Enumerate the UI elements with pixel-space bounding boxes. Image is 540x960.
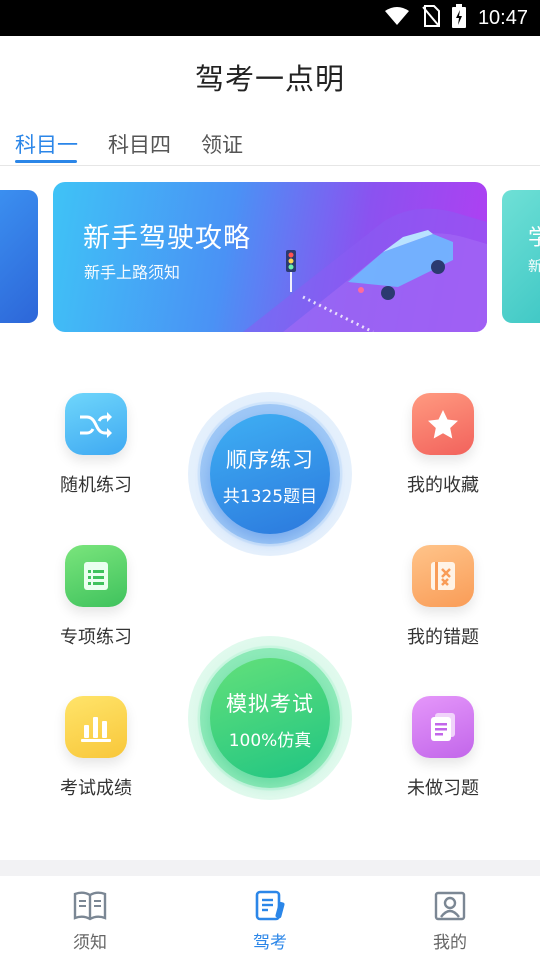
exam-scores-button[interactable]: 考试成绩 [36, 696, 156, 800]
banner-next-slide[interactable]: 学 新 [502, 190, 540, 323]
random-practice-label: 随机练习 [60, 475, 132, 496]
banner-title: 新手驾驶攻略 [83, 223, 251, 254]
sequential-core: 顺序练习 共1325题目 [210, 414, 330, 534]
exam-edit-icon [253, 890, 287, 926]
status-bar: 10:47 [0, 0, 540, 36]
section-divider [0, 860, 540, 876]
mock-exam-subtitle: 100%仿真 [228, 731, 312, 751]
sequential-practice-button[interactable]: 顺序练习 共1325题目 [188, 392, 352, 556]
special-practice-button[interactable]: 专项练习 [36, 545, 156, 649]
sequential-count: 共1325题目 [222, 487, 318, 507]
banner-subtitle: 新手上路须知 [84, 263, 181, 282]
nav-label-notice: 须知 [73, 933, 107, 953]
tab-license[interactable]: 领证 [201, 129, 243, 159]
next-slide-subtitle: 新 [528, 259, 540, 275]
next-slide-title: 学 [528, 226, 540, 251]
special-practice-label: 专项练习 [60, 627, 132, 648]
user-portrait-icon [433, 891, 467, 926]
nav-item-notice[interactable]: 须知 [45, 890, 135, 953]
undone-questions-label: 未做习题 [407, 778, 479, 799]
favorites-button[interactable]: 我的收藏 [383, 393, 503, 497]
subject-tabs: 科目一 科目四 领证 [0, 125, 540, 166]
battery-charging-icon [451, 4, 466, 32]
mock-exam-title: 模拟考试 [226, 692, 314, 716]
error-book-icon [412, 545, 474, 607]
mistakes-button[interactable]: 我的错题 [383, 545, 503, 649]
bar-chart-icon [65, 696, 127, 758]
star-icon [412, 393, 474, 455]
page-title: 驾考一点明 [194, 62, 345, 96]
no-sim-icon [422, 5, 440, 31]
pages-icon [412, 696, 474, 758]
tab-subject-one[interactable]: 科目一 [15, 129, 78, 159]
nav-item-exam[interactable]: 驾考 [225, 890, 315, 953]
nav-item-profile[interactable]: 我的 [405, 890, 495, 953]
banner-prev-slide[interactable] [0, 190, 38, 323]
mock-exam-button[interactable]: 模拟考试 100%仿真 [188, 636, 352, 800]
banner-slide[interactable]: 新手驾驶攻略 新手上路须知 [53, 182, 487, 332]
active-tab-indicator [15, 160, 77, 163]
document-list-icon [65, 545, 127, 607]
nav-label-profile: 我的 [433, 933, 467, 953]
undone-questions-button[interactable]: 未做习题 [383, 696, 503, 800]
favorites-label: 我的收藏 [407, 475, 479, 496]
clock-time: 10:47 [477, 6, 528, 29]
wifi-icon [384, 6, 410, 30]
mock-exam-core: 模拟考试 100%仿真 [210, 658, 330, 778]
exam-scores-label: 考试成绩 [60, 778, 132, 799]
banner-illustration [243, 208, 487, 332]
nav-label-exam: 驾考 [253, 933, 287, 953]
random-practice-button[interactable]: 随机练习 [36, 393, 156, 497]
tab-subject-four[interactable]: 科目四 [108, 129, 171, 159]
open-book-icon [73, 891, 107, 926]
shuffle-icon [65, 393, 127, 455]
sequential-title: 顺序练习 [226, 448, 314, 472]
mistakes-label: 我的错题 [407, 627, 479, 648]
bottom-navigation: 须知 驾考 我的 [0, 876, 540, 960]
